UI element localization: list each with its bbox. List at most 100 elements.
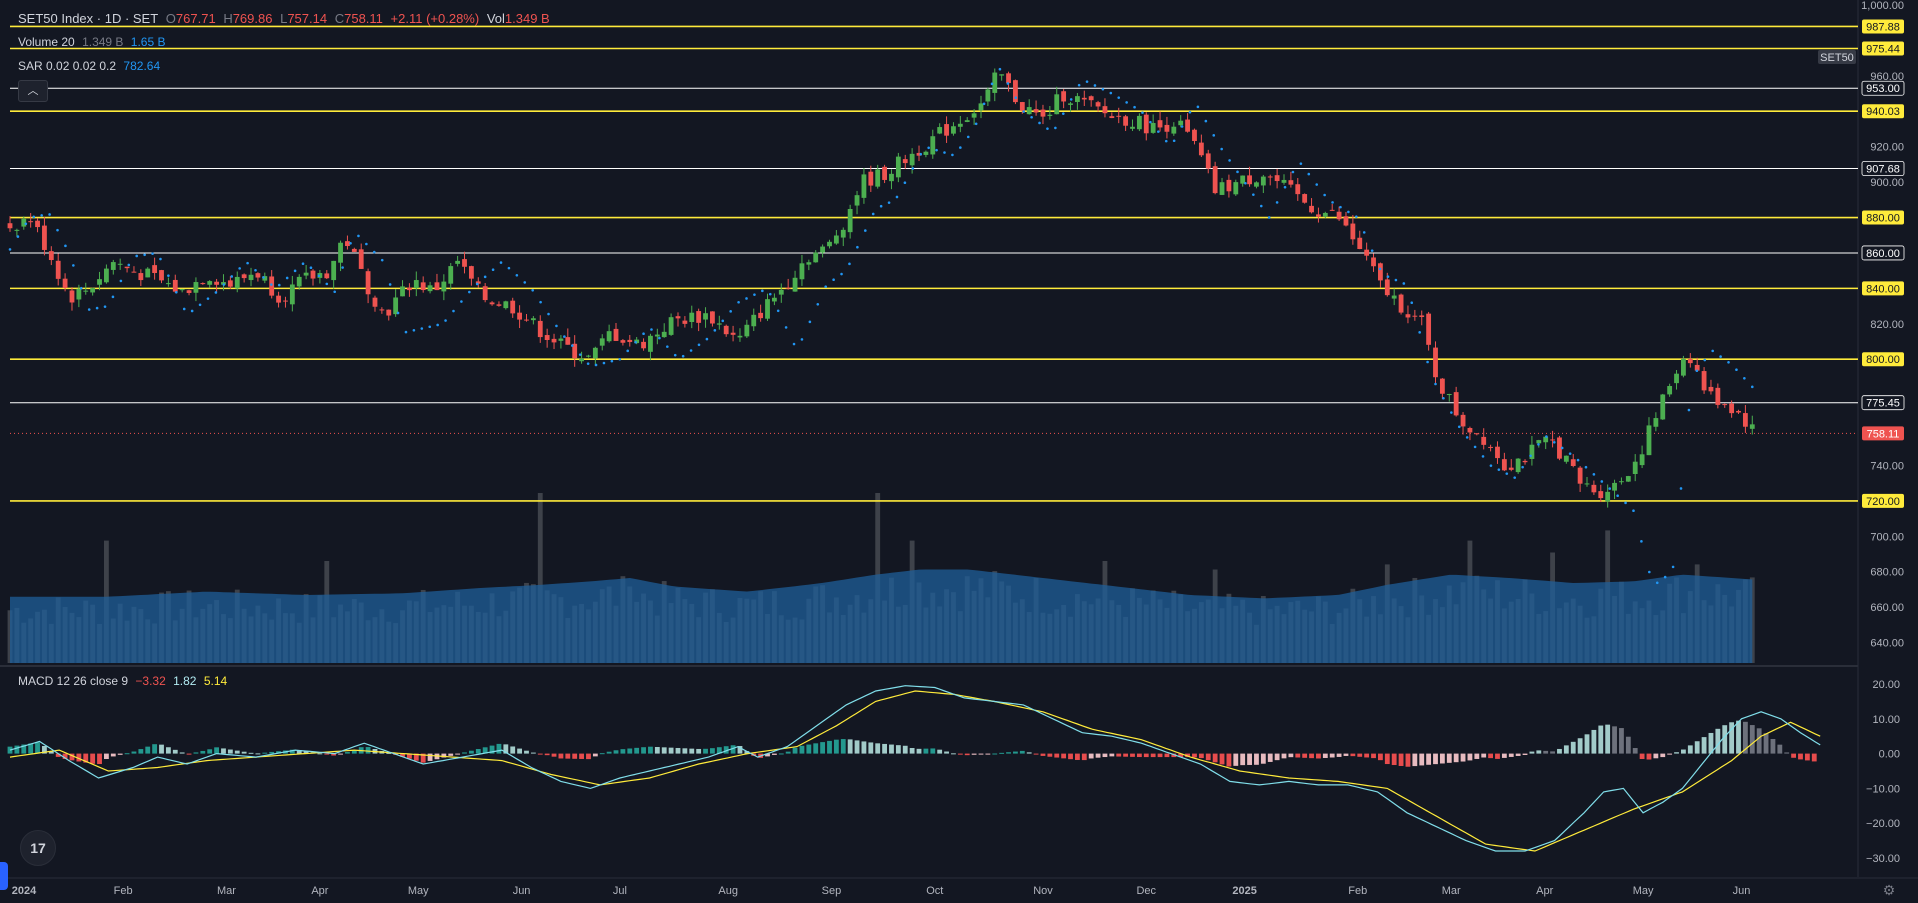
candle-body	[1729, 403, 1735, 414]
macd-legend[interactable]: MACD 12 26 close 9 −3.32 1.82 5.14	[18, 674, 231, 688]
macd-histogram-bar	[241, 751, 247, 754]
candle-body	[1667, 386, 1673, 395]
price-tick-label: 920.00	[1870, 142, 1904, 154]
macd-histogram-bar	[131, 751, 137, 754]
macd-histogram-bar	[1598, 725, 1604, 754]
candle-body	[661, 331, 667, 338]
sar-dot	[1513, 476, 1516, 479]
macd-histogram-bar	[1715, 728, 1721, 754]
candle-body	[1501, 459, 1507, 471]
time-tick-label: Sep	[822, 885, 842, 897]
sar-dot	[1093, 84, 1097, 87]
candle-body	[379, 309, 385, 311]
macd-histogram-bar	[599, 753, 605, 755]
sar-dot	[444, 319, 447, 322]
candle-body	[1247, 175, 1252, 185]
macd-histogram-value: −3.32	[135, 674, 166, 688]
macd-histogram-bar	[1722, 725, 1728, 754]
candle-body	[1102, 106, 1108, 114]
macd-histogram-bar	[1681, 749, 1686, 754]
candle-body	[1068, 103, 1073, 105]
candle-body	[434, 282, 440, 291]
sar-dot	[1695, 369, 1699, 373]
macd-histogram-bar	[1791, 753, 1797, 758]
volume-indicator-value: 1.349 B	[82, 35, 124, 49]
candle-body	[138, 273, 144, 281]
sar-dot	[745, 297, 748, 300]
sar-dot	[1331, 201, 1334, 204]
macd-histogram-bar	[475, 749, 481, 754]
macd-histogram-bar	[496, 743, 502, 754]
sar-dot	[990, 82, 994, 86]
macd-histogram-bar	[462, 752, 467, 754]
sar-dot	[864, 229, 867, 232]
candle-body	[1378, 263, 1383, 281]
sar-dot	[1204, 119, 1208, 123]
candle-body	[1364, 249, 1370, 256]
macd-histogram-bar	[937, 749, 943, 754]
candle-body	[820, 246, 826, 253]
candle-body	[1212, 166, 1218, 194]
macd-histogram-bar	[1777, 744, 1783, 754]
macd-histogram-bar	[1136, 753, 1142, 758]
sar-dot	[8, 248, 12, 251]
sar-dot	[1584, 465, 1588, 469]
sar-dot	[151, 252, 154, 255]
macd-tick-label: −10.00	[1866, 783, 1900, 795]
macd-histogram-bar	[1357, 753, 1363, 757]
chevron-up-icon: ︿	[27, 85, 39, 97]
close-label: C	[334, 11, 345, 26]
macd-histogram-bar	[1460, 753, 1466, 762]
macd-histogram-bar	[606, 751, 612, 754]
sar-dot	[927, 146, 930, 150]
macd-histogram-bar	[909, 748, 915, 754]
sar-dot	[56, 228, 59, 232]
high-value: 769.86	[232, 11, 273, 26]
candle-body	[276, 295, 281, 303]
chart-area[interactable]: 1,000.00 960.00 920.00 900.00 820.00 740.00 70…	[0, 0, 1918, 903]
macd-histogram-bar	[627, 748, 633, 754]
macd-histogram-bar	[1749, 725, 1755, 754]
price-chart[interactable]: 1,000.00960.00920.00900.00820.00740.0070…	[0, 0, 1918, 903]
candle-body	[1288, 180, 1294, 185]
macd-histogram-bar	[944, 751, 949, 754]
candle-body	[193, 282, 199, 293]
candle-body	[159, 270, 164, 281]
candle-body	[558, 338, 564, 341]
sar-value: 782.64	[123, 59, 161, 73]
candle-body	[1639, 454, 1645, 466]
macd-histogram-bar	[1405, 753, 1411, 767]
sar-dot	[468, 290, 471, 294]
volume-legend[interactable]: Volume 20 1.349 B 1.65 B	[18, 35, 169, 49]
sar-dot	[293, 269, 297, 273]
sar-dot	[1022, 110, 1025, 113]
sar-legend[interactable]: SAR 0.02 0.02 0.2 782.64	[18, 59, 164, 73]
sar-dot	[1743, 376, 1746, 380]
sar-dot	[341, 266, 344, 269]
sar-dot	[840, 272, 843, 276]
sar-dot	[396, 311, 400, 315]
symbol-title[interactable]: SET50 Index · 1D · SET	[18, 11, 158, 26]
sar-dot	[1402, 282, 1406, 285]
close-value: 758.11	[344, 11, 383, 26]
tradingview-logo-icon[interactable]: 17	[20, 830, 56, 866]
candle-body	[48, 251, 54, 261]
sar-dot	[911, 167, 915, 170]
macd-histogram-bar	[455, 753, 461, 755]
macd-histogram-bar	[923, 748, 929, 754]
drawing-toolbar-handle[interactable]	[0, 862, 8, 890]
candle-body	[200, 283, 206, 285]
macd-histogram-bar	[1439, 753, 1445, 764]
sar-dot	[452, 309, 455, 313]
macd-histogram-bar	[1619, 728, 1624, 754]
candle-body	[365, 271, 371, 295]
candle-body	[978, 103, 984, 111]
macd-histogram-bar	[1467, 753, 1473, 761]
level-label: 907.68	[1866, 164, 1900, 176]
candle-body	[1178, 120, 1184, 126]
macd-histogram-bar	[1584, 734, 1590, 754]
sar-dot	[475, 282, 479, 286]
gear-icon[interactable]: ⚙	[1881, 882, 1897, 898]
collapse-legend-button[interactable]: ︿	[18, 80, 48, 102]
level-label: 940.03	[1866, 106, 1900, 118]
